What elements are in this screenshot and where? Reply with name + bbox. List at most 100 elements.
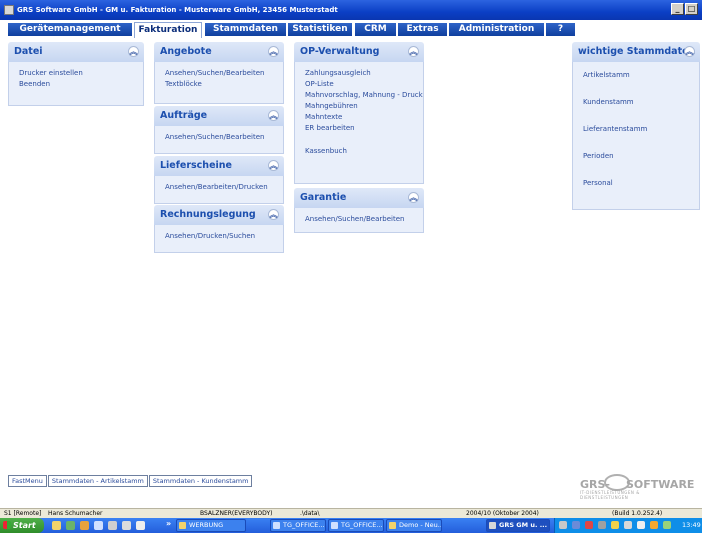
- menu-item-lieferantenstamm[interactable]: Lieferantenstamm: [583, 124, 689, 135]
- tray-volume-icon[interactable]: [663, 521, 671, 529]
- collapse-icon[interactable]: ︽: [268, 160, 279, 171]
- menu-item-rechnungslegung-ansehen[interactable]: Ansehen/Drucken/Suchen: [165, 231, 273, 242]
- start-label: Start: [13, 521, 36, 530]
- task-label: GRS GM u. ...: [499, 521, 548, 529]
- quicklaunch-tool-icon[interactable]: [108, 521, 117, 530]
- panel-lieferscheine-title: Lieferscheine: [160, 160, 232, 171]
- menu-item-mahntexte[interactable]: Mahntexte: [305, 112, 413, 123]
- tray-pen-icon[interactable]: [572, 521, 580, 529]
- menu-tab-bar: Gerätemanagement Fakturation Stammdaten …: [0, 20, 702, 38]
- task-label: TG_OFFICE...: [341, 521, 383, 529]
- tray-network-icon[interactable]: [559, 521, 567, 529]
- panel-datei-title: Datei: [14, 46, 43, 57]
- window-title: GRS Software GmbH - GM u. Fakturation - …: [17, 6, 338, 14]
- panel-stammdaten-header[interactable]: wichtige Stammdaten ︽: [572, 42, 700, 62]
- menu-item-perioden[interactable]: Perioden: [583, 151, 689, 162]
- windows-taskbar: Start » WERBUNG TG_OFFICE... TG_OFFICE..…: [0, 518, 702, 533]
- panel-stammdaten-title: wichtige Stammdaten: [578, 46, 696, 57]
- collapse-icon[interactable]: ︽: [408, 46, 419, 57]
- quicklaunch-explorer-icon[interactable]: [122, 521, 131, 530]
- tab-crm[interactable]: CRM: [355, 23, 396, 36]
- menu-item-drucker-einstellen[interactable]: Drucker einstellen: [19, 68, 133, 79]
- tray-language-icon[interactable]: [598, 521, 606, 529]
- panel-op-verwaltung-title: OP-Verwaltung: [300, 46, 380, 57]
- status-build: (Build 1.0.252.4): [612, 510, 663, 517]
- menu-item-artikelstamm[interactable]: Artikelstamm: [583, 70, 689, 81]
- menu-item-kundenstamm[interactable]: Kundenstamm: [583, 97, 689, 108]
- panel-auftraege-header[interactable]: Aufträge ︽: [154, 106, 284, 126]
- tray-update-icon[interactable]: [650, 521, 658, 529]
- tab-statistiken[interactable]: Statistiken: [288, 23, 352, 36]
- quicklaunch-folder-icon[interactable]: [52, 521, 61, 530]
- fastmenu-content: Datei ︽ Drucker einstellen Beenden Angeb…: [8, 38, 700, 471]
- tray-antivirus-icon[interactable]: [585, 521, 593, 529]
- quicklaunch-window-icon[interactable]: [136, 521, 145, 530]
- tab-help[interactable]: ?: [546, 23, 575, 36]
- status-bar: S1 [Remote] Hans Schumacher BSALZNER(EVE…: [0, 508, 702, 518]
- taskbar-task-tg-office-1[interactable]: TG_OFFICE...: [270, 519, 326, 532]
- collapse-icon[interactable]: ︽: [268, 209, 279, 220]
- collapse-icon[interactable]: ︽: [268, 46, 279, 57]
- menu-item-op-liste[interactable]: OP-Liste: [305, 79, 413, 90]
- tab-extras[interactable]: Extras: [398, 23, 447, 36]
- menu-item-mahngebuehren[interactable]: Mahngebühren: [305, 101, 413, 112]
- tab-stammdaten[interactable]: Stammdaten: [205, 23, 286, 36]
- menu-item-auftraege-ansehen[interactable]: Ansehen/Suchen/Bearbeiten: [165, 132, 273, 143]
- tray-shield-icon[interactable]: [637, 521, 645, 529]
- menu-item-angebote-ansehen[interactable]: Ansehen/Suchen/Bearbeiten: [165, 68, 273, 79]
- menu-item-er-bearbeiten[interactable]: ER bearbeiten: [305, 123, 413, 134]
- menu-item-kassenbuch[interactable]: Kassenbuch: [305, 146, 413, 157]
- maximize-button[interactable]: □: [685, 3, 698, 15]
- status-data-path: .\data\: [300, 510, 320, 517]
- menu-item-textbloecke[interactable]: Textblöcke: [165, 79, 273, 90]
- panel-auftraege-title: Aufträge: [160, 110, 208, 121]
- folder-icon: [179, 522, 186, 529]
- tray-settings-icon[interactable]: [624, 521, 632, 529]
- panel-auftraege: Aufträge ︽ Ansehen/Suchen/Bearbeiten: [154, 106, 284, 154]
- bottom-tab-artikelstamm[interactable]: Stammdaten - Artikelstamm: [47, 475, 148, 487]
- collapse-icon[interactable]: ︽: [408, 192, 419, 203]
- panel-angebote-title: Angebote: [160, 46, 212, 57]
- panel-lieferscheine-header[interactable]: Lieferscheine ︽: [154, 156, 284, 176]
- panel-lieferscheine: Lieferscheine ︽ Ansehen/Bearbeiten/Druck…: [154, 156, 284, 204]
- taskbar-task-demo[interactable]: Demo - Neu...: [386, 519, 442, 532]
- menu-item-mahnvorschlag[interactable]: Mahnvorschlag, Mahnung - Druck: [305, 90, 423, 101]
- collapse-icon[interactable]: ︽: [268, 110, 279, 121]
- quicklaunch-email-icon[interactable]: [94, 521, 103, 530]
- panel-datei: Datei ︽ Drucker einstellen Beenden: [8, 42, 144, 106]
- status-printer: BSALZNER(EVERYBODY): [200, 510, 273, 517]
- menu-item-beenden[interactable]: Beenden: [19, 79, 133, 90]
- tab-administration[interactable]: Administration: [449, 23, 544, 36]
- tray-text-icon[interactable]: [611, 521, 619, 529]
- quicklaunch-overflow-icon[interactable]: »: [166, 519, 171, 528]
- menu-item-zahlungsausgleich[interactable]: Zahlungsausgleich: [305, 68, 413, 79]
- collapse-icon[interactable]: ︽: [128, 46, 139, 57]
- quicklaunch-browser-icon[interactable]: [80, 521, 89, 530]
- menu-item-lieferscheine-ansehen[interactable]: Ansehen/Bearbeiten/Drucken: [165, 182, 273, 193]
- panel-datei-header[interactable]: Datei ︽: [8, 42, 144, 62]
- status-period: 2004/10 (Oktober 2004): [466, 510, 539, 517]
- tab-fakturation[interactable]: Fakturation: [134, 22, 202, 38]
- bottom-tab-fastmenu[interactable]: FastMenu: [8, 475, 47, 487]
- menu-item-personal[interactable]: Personal: [583, 178, 689, 189]
- bottom-tab-kundenstamm[interactable]: Stammdaten - Kundenstamm: [148, 475, 253, 487]
- taskbar-task-werbung[interactable]: WERBUNG: [176, 519, 246, 532]
- panel-wichtige-stammdaten: wichtige Stammdaten ︽ Artikelstamm Kunde…: [572, 42, 700, 210]
- minimize-button[interactable]: _: [671, 3, 684, 15]
- task-label: TG_OFFICE...: [283, 521, 325, 529]
- panel-op-verwaltung-header[interactable]: OP-Verwaltung ︽: [294, 42, 424, 62]
- taskbar-task-grs-gm[interactable]: GRS GM u. ...: [486, 519, 550, 532]
- menu-item-garantie-ansehen[interactable]: Ansehen/Suchen/Bearbeiten: [305, 214, 413, 225]
- mdi-tab-strip: FastMenu Stammdaten - Artikelstamm Stamm…: [8, 475, 253, 487]
- panel-garantie-header[interactable]: Garantie ︽: [294, 188, 424, 208]
- panel-garantie-title: Garantie: [300, 192, 347, 203]
- panel-angebote-header[interactable]: Angebote ︽: [154, 42, 284, 62]
- start-button[interactable]: Start: [0, 518, 44, 533]
- tab-geraetemanagement[interactable]: Gerätemanagement: [8, 23, 132, 36]
- system-tray: 13:49: [554, 518, 702, 533]
- quicklaunch-app-icon[interactable]: [66, 521, 75, 530]
- collapse-icon[interactable]: ︽: [684, 46, 695, 57]
- panel-rechnungslegung-header[interactable]: Rechnungslegung ︽: [154, 205, 284, 225]
- panel-op-verwaltung: OP-Verwaltung ︽ Zahlungsausgleich OP-Lis…: [294, 42, 424, 184]
- taskbar-task-tg-office-2[interactable]: TG_OFFICE...: [328, 519, 384, 532]
